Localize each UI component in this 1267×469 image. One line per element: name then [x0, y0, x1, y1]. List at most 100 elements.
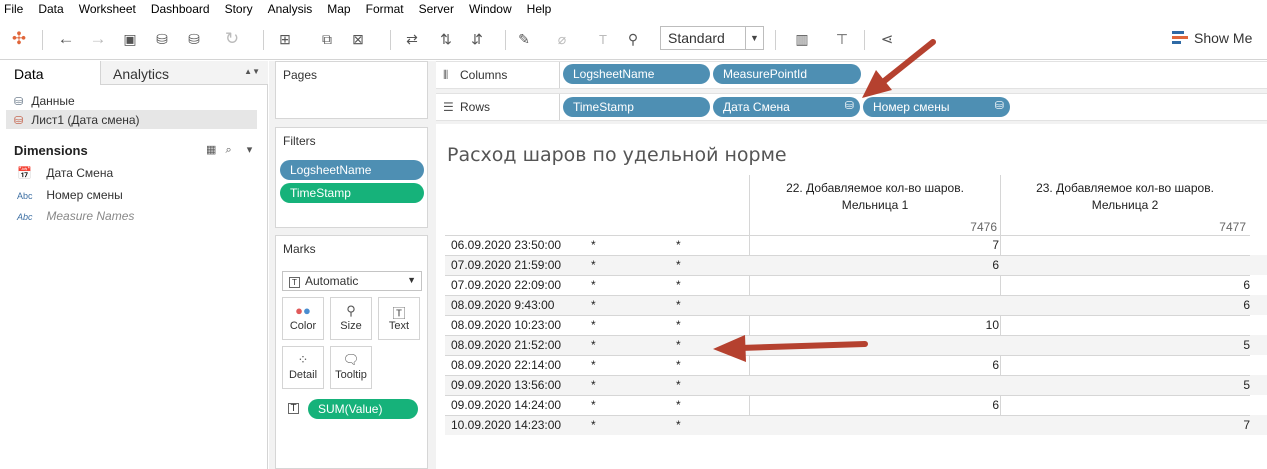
- row-timestamp: 10.09.2020 14:23:00: [451, 418, 562, 432]
- row-timestamp: 08.09.2020 10:23:00: [451, 318, 562, 332]
- cell-value: 6: [992, 358, 999, 372]
- rows-label-text: Rows: [460, 100, 491, 114]
- color-button[interactable]: ●● Color: [282, 297, 324, 340]
- columns-icon: ⦀: [443, 68, 449, 82]
- text-mark-icon: T: [289, 277, 300, 288]
- menu-window[interactable]: Window: [469, 2, 512, 16]
- field-item[interactable]: Abc Measure Names: [17, 209, 134, 223]
- tableau-logo-icon[interactable]: ✣: [8, 28, 30, 50]
- row-shift-date: *: [591, 418, 596, 432]
- table-row: 07.09.2020 22:09:00 * * 6: [445, 275, 1267, 295]
- size-button[interactable]: ⚲ Size: [330, 297, 372, 340]
- view-toggle-icon[interactable]: ▦: [206, 144, 216, 156]
- pin-axes-icon[interactable]: ⚲: [622, 28, 644, 50]
- text-mark-icon: T: [288, 403, 299, 414]
- text-button[interactable]: 🅃 Text: [378, 297, 420, 340]
- menu-format[interactable]: Format: [366, 2, 404, 16]
- menu-dashboard[interactable]: Dashboard: [151, 2, 210, 16]
- row-pill[interactable]: TimeStamp: [563, 97, 710, 117]
- presentation-mode-icon[interactable]: ⊤: [831, 28, 853, 50]
- cell-value: 6: [1243, 278, 1250, 292]
- dimensions-header: Dimensions: [14, 143, 88, 158]
- row-shift-number: *: [676, 398, 681, 412]
- swap-rows-columns-icon[interactable]: ⇄: [401, 28, 423, 50]
- database-icon: ⛁: [14, 115, 24, 127]
- cell-value: 6: [992, 398, 999, 412]
- datasource-name: Лист1 (Дата смена): [31, 113, 140, 127]
- pages-card[interactable]: Pages: [275, 61, 428, 119]
- size-label: Size: [340, 320, 362, 332]
- measure-pill[interactable]: SUM(Value): [308, 399, 418, 419]
- menu-file[interactable]: File: [4, 2, 23, 16]
- toolbar: ✣ ← → ▣ ⛁ ⛁ ↻ ⊞ ⧉ ⊠ ⇄ ⇅ ⇵ ✎ ⌀ T ⚲ Standa…: [0, 18, 1267, 60]
- database-icon: ⛁: [14, 96, 24, 108]
- show-me-icon: [1172, 31, 1188, 45]
- menu-story[interactable]: Story: [225, 2, 253, 16]
- sort-descending-icon[interactable]: ⇵: [466, 28, 488, 50]
- sort-ascending-icon[interactable]: ⇅: [435, 28, 457, 50]
- color-label: Color: [289, 320, 317, 332]
- highlight-icon[interactable]: ✎: [513, 28, 535, 50]
- tab-data[interactable]: Data: [0, 61, 100, 85]
- new-datasource-icon[interactable]: ⛁: [151, 28, 173, 50]
- menu-help[interactable]: Help: [527, 2, 552, 16]
- table-row: 06.09.2020 23:50:00 * * 7: [445, 235, 1267, 255]
- viz-title: Расход шаров по удельной норме: [447, 144, 787, 166]
- row-shift-date: *: [591, 398, 596, 412]
- tab-analytics[interactable]: Analytics ▲▼: [100, 61, 268, 85]
- detail-button[interactable]: ⁘ Detail: [282, 346, 324, 389]
- columns-label-text: Columns: [460, 68, 508, 82]
- shelf-area: ⦀ Columns LogsheetName MeasurePointId ☰ …: [436, 61, 1267, 124]
- mark-type-select[interactable]: T Automatic ▼: [282, 271, 422, 291]
- menu-map[interactable]: Map: [327, 2, 350, 16]
- filter-pill[interactable]: TimeStamp: [280, 183, 424, 203]
- group-members-icon[interactable]: ⌀: [551, 28, 573, 50]
- undo-icon[interactable]: ←: [55, 28, 77, 50]
- duplicate-sheet-icon[interactable]: ⧉: [316, 28, 338, 50]
- datasource-item[interactable]: ⛁ Данные: [14, 91, 75, 110]
- row-shift-number: *: [676, 318, 681, 332]
- clear-sheet-icon[interactable]: ⊠: [347, 28, 369, 50]
- row-shift-number: *: [676, 298, 681, 312]
- new-worksheet-icon[interactable]: ⊞: [274, 28, 296, 50]
- fit-select[interactable]: Standard ▼: [660, 26, 764, 50]
- row-pill[interactable]: Дата Смена ⛁: [713, 97, 860, 117]
- table-row: 10.09.2020 14:23:00 * * 7: [445, 415, 1267, 435]
- pause-updates-icon[interactable]: ⛁: [183, 28, 205, 50]
- show-me-label: Show Me: [1194, 30, 1253, 46]
- menu-server[interactable]: Server: [419, 2, 454, 16]
- menu-worksheet[interactable]: Worksheet: [79, 2, 136, 16]
- share-icon[interactable]: ⋖: [876, 28, 898, 50]
- chevron-down-icon[interactable]: ▾: [247, 144, 253, 156]
- refresh-icon[interactable]: ↻: [221, 28, 243, 50]
- column-pill[interactable]: MeasurePointId: [713, 64, 861, 84]
- rows-icon: ☰: [443, 100, 454, 114]
- rows-shelf[interactable]: ☰ Rows TimeStamp Дата Смена ⛁ Номер смен…: [436, 93, 1267, 121]
- menu-bar: File Data Worksheet Dashboard Story Anal…: [0, 0, 1267, 18]
- show-cards-icon[interactable]: ▥: [791, 28, 813, 50]
- menu-analysis[interactable]: Analysis: [268, 2, 313, 16]
- row-shift-date: *: [591, 318, 596, 332]
- redo-icon[interactable]: →: [87, 28, 109, 50]
- cell-value: 10: [985, 318, 999, 332]
- tooltip-button[interactable]: 🗨 Tooltip: [330, 346, 372, 389]
- menu-data[interactable]: Data: [38, 2, 63, 16]
- filter-pill[interactable]: LogsheetName: [280, 160, 424, 180]
- search-icon[interactable]: ⌕: [225, 144, 231, 156]
- toolbar-separator: [390, 30, 391, 50]
- color-icon: ●●: [295, 303, 311, 318]
- text-icon: 🅃: [392, 306, 406, 321]
- field-item[interactable]: Abc Номер смены: [17, 188, 123, 202]
- datasource-item-selected[interactable]: ⛁ Лист1 (Дата смена): [6, 110, 257, 129]
- column-pill[interactable]: LogsheetName: [563, 64, 710, 84]
- show-mark-labels-icon[interactable]: T: [592, 28, 614, 50]
- save-icon[interactable]: ▣: [119, 28, 141, 50]
- row-divider: [445, 295, 1250, 296]
- filters-card[interactable]: Filters LogsheetName TimeStamp: [275, 127, 428, 228]
- columns-shelf[interactable]: ⦀ Columns LogsheetName MeasurePointId: [436, 61, 1267, 89]
- field-item[interactable]: 📅 Дата Смена: [17, 166, 113, 180]
- show-me-button[interactable]: Show Me: [1172, 30, 1252, 46]
- row-pill[interactable]: Номер смены ⛁: [863, 97, 1010, 117]
- column-header-line2: Мельница 2: [1091, 198, 1159, 212]
- row-shift-date: *: [591, 238, 596, 252]
